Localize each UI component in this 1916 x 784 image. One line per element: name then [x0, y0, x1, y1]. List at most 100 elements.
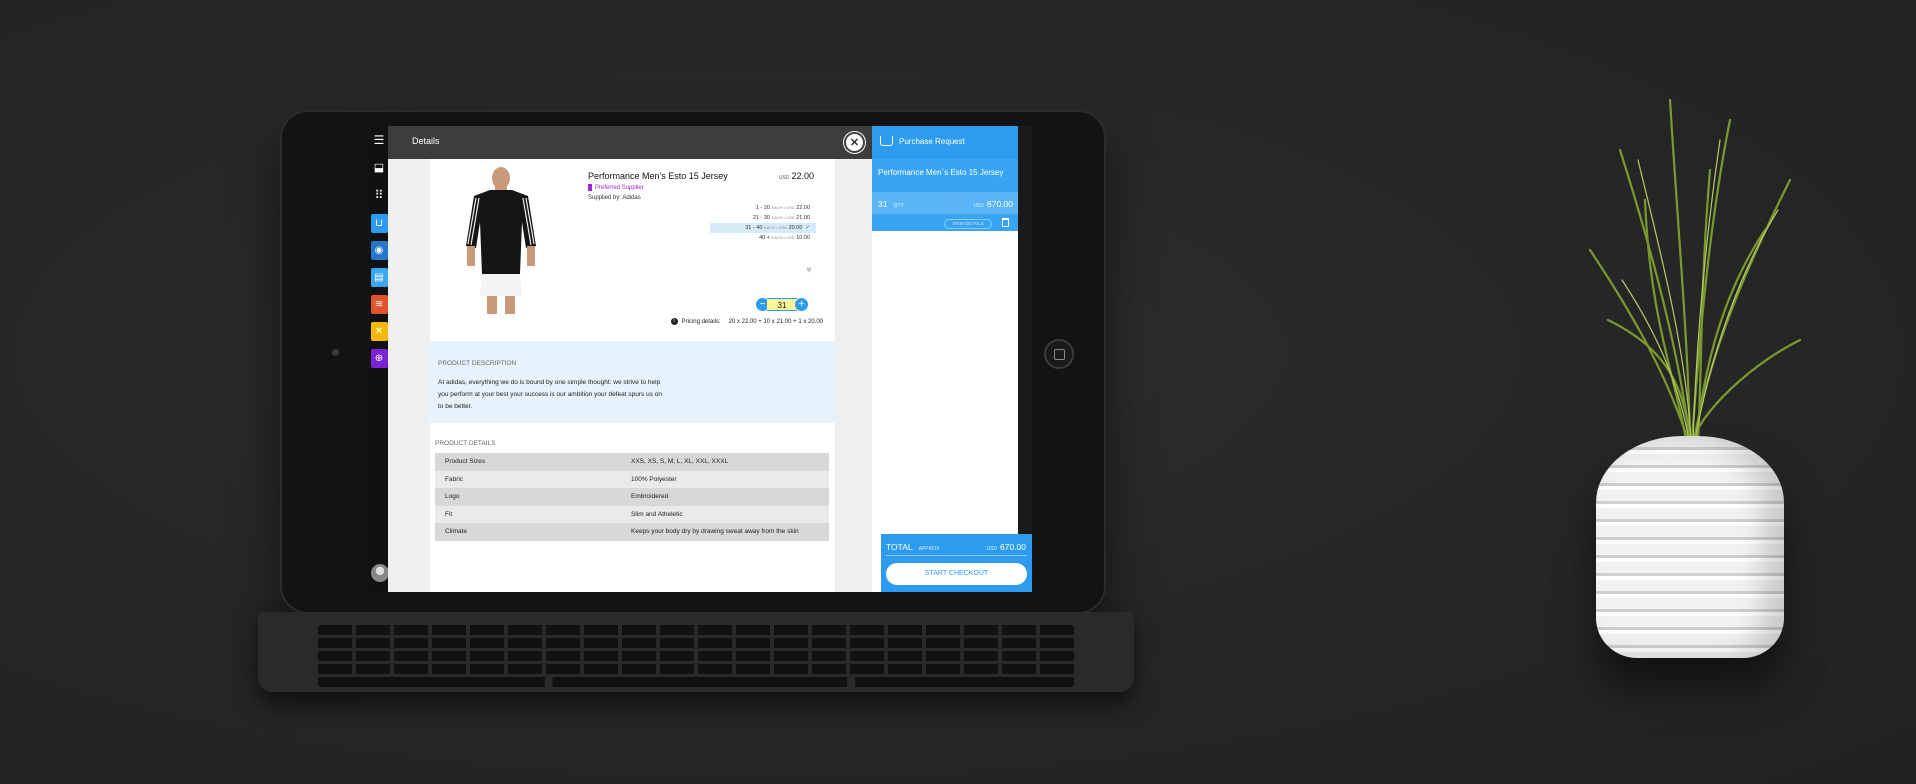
screen-edge — [1018, 126, 1032, 534]
trash-icon[interactable] — [1002, 218, 1009, 227]
table-row: Fabric 100% Polyester — [435, 470, 829, 488]
rail-target-button[interactable]: ⊕ — [370, 349, 388, 368]
product-image — [466, 167, 536, 314]
apps-button[interactable]: ⠿ — [370, 188, 388, 202]
target-icon: ⊕ — [370, 349, 388, 368]
tier-unit: EACH • USD — [763, 225, 788, 230]
info-icon: i — [670, 318, 678, 325]
inbox-button[interactable]: ⬓ — [370, 161, 388, 174]
total-amount: USD 670.00 — [986, 542, 1026, 552]
rail-globe-button[interactable]: ◉ — [370, 241, 388, 260]
price-value: 22.00 — [791, 171, 814, 181]
amount-currency: USD — [973, 203, 984, 209]
total-approx: APPROX — [918, 546, 940, 552]
row-value: Keeps your body dry by drawing sweat awa… — [631, 528, 799, 536]
details-table: Product Sizes XXS, XS, S, M, L, XL, XXL, … — [435, 453, 829, 541]
row-key: Fit — [445, 510, 453, 518]
home-button[interactable] — [1044, 339, 1074, 369]
keyboard-row — [318, 638, 1074, 648]
keyboard — [258, 612, 1134, 692]
row-value: Slim and Atheletic — [631, 510, 683, 518]
avatar[interactable] — [371, 564, 389, 582]
tools-icon: ✕ — [370, 322, 388, 341]
row-key: Fabric — [445, 475, 464, 483]
quantity-input[interactable]: 31 — [767, 298, 797, 311]
keyboard-row — [318, 625, 1074, 635]
qty-value: 31 — [878, 199, 888, 209]
cart-icon — [880, 136, 893, 146]
tier-range: 21 - 30 — [752, 215, 770, 221]
tier-price: 22.00 — [796, 205, 810, 211]
tier-unit: EACH • USD — [771, 235, 795, 240]
cart-footer: TOTAL APPROX USD 670.00 START CHECKOUT — [881, 534, 1032, 592]
product-price: USD 22.00 — [738, 171, 814, 181]
amount-value: 670.00 — [987, 199, 1013, 209]
price-tier[interactable]: 21 - 30 EACH • USD 21.00 — [710, 213, 816, 223]
row-key: Logo — [445, 493, 460, 501]
row-key: Product Sizes — [445, 458, 486, 466]
price-tier[interactable]: 40 + EACH • USD 10.00 — [710, 233, 816, 243]
menu-icon: ☰ — [373, 133, 385, 147]
rail-layers-button[interactable]: ≋ — [370, 295, 388, 314]
tier-price: 20.00 — [788, 225, 803, 231]
cart-icon: ⊔ — [370, 214, 388, 233]
table-row: Climate Keeps your body dry by drawing sw… — [435, 523, 829, 541]
total-label: TOTAL APPROX — [886, 542, 939, 552]
rail-tools-button[interactable]: ✕ — [370, 322, 388, 341]
cart-item-line: 31 QTY USD 670.00 — [872, 192, 1018, 214]
vase-decoration — [1596, 436, 1784, 658]
details-heading: PRODUCT DETAILS — [435, 440, 496, 447]
qty-unit: QTY — [893, 203, 904, 209]
row-key: Climate — [445, 528, 468, 536]
tier-range: 40 + — [759, 235, 770, 241]
app-screen: ☰ ⬓ ⠿ ⊔ ◉ ▤ ≋ ✕ ⊕ Details ✕ Performance … — [370, 126, 1032, 592]
pricing-label: Pricing details: — [681, 319, 721, 326]
globe-icon: ◉ — [370, 241, 388, 260]
price-tier[interactable]: 1 - 20 EACH • USD 22.00 — [710, 203, 816, 213]
pricing-details: i Pricing details: 20 x 22.00 + 10 x 21.00… — [663, 318, 823, 325]
start-checkout-button[interactable]: START CHECKOUT — [886, 563, 1027, 585]
preferred-supplier-badge: Preferred Supplier — [588, 184, 644, 191]
rail-cart-button[interactable]: ⊔ — [370, 214, 388, 233]
view-details-button[interactable]: VIEW DETAILS — [944, 219, 992, 229]
heart-icon[interactable]: ♥ — [806, 265, 812, 276]
tier-unit: EACH • USD — [771, 215, 795, 220]
purchase-request-title: Purchase Request — [899, 137, 965, 146]
cart-item-qty: 31 QTY — [878, 199, 904, 209]
supplied-by: Supplied by: Adidas — [588, 195, 641, 201]
price-tier-selected[interactable]: 31 - 40 EACH • USD 20.00 ✓ — [710, 223, 816, 233]
row-value: Embroidered — [631, 493, 669, 501]
keyboard-row — [318, 664, 1074, 674]
layers-icon: ≋ — [370, 295, 388, 314]
row-value: 100% Polyester — [631, 475, 677, 483]
close-button[interactable]: ✕ — [844, 132, 865, 153]
tablet-camera — [332, 349, 339, 356]
close-icon: ✕ — [849, 137, 860, 149]
table-row: Fit Slim and Atheletic — [435, 505, 829, 523]
tier-range: 1 - 20 — [755, 205, 770, 211]
cart-item-name: Performance Men´s Esto 15 Jersey — [878, 168, 1004, 177]
price-tiers: 1 - 20 EACH • USD 22.00 21 - 30 EACH • U… — [710, 203, 816, 243]
details-header: Details — [388, 126, 872, 159]
tier-range: 31 - 40 — [745, 225, 763, 231]
cart-item: Performance Men´s Esto 15 Jersey 31 QTY U… — [872, 159, 1018, 231]
product-title: Performance Men's Esto 15 Jersey — [588, 171, 728, 181]
rail-document-button[interactable]: ▤ — [370, 268, 388, 287]
total-text: TOTAL — [886, 542, 913, 552]
check-icon: ✓ — [805, 225, 810, 231]
price-currency: USD — [778, 175, 790, 181]
row-value: XXS, XS, S, M, L, XL, XXL, XXXL — [631, 458, 729, 466]
purchase-request-header: Purchase Request — [872, 126, 1018, 159]
menu-button[interactable]: ☰ — [370, 133, 388, 147]
increment-button[interactable]: + — [795, 298, 808, 311]
inbox-icon: ⬓ — [373, 162, 385, 174]
table-row: Product Sizes XXS, XS, S, M, L, XL, XXL, … — [435, 453, 829, 471]
document-icon: ▤ — [370, 268, 388, 287]
cart-item-amount: USD 670.00 — [973, 199, 1013, 209]
pin-icon — [588, 184, 592, 191]
divider — [886, 555, 1027, 556]
total-currency: USD — [986, 546, 997, 552]
page-title: Details — [412, 136, 440, 146]
table-row: Logo Embroidered — [435, 488, 829, 506]
apps-grid-icon: ⠿ — [374, 188, 384, 202]
